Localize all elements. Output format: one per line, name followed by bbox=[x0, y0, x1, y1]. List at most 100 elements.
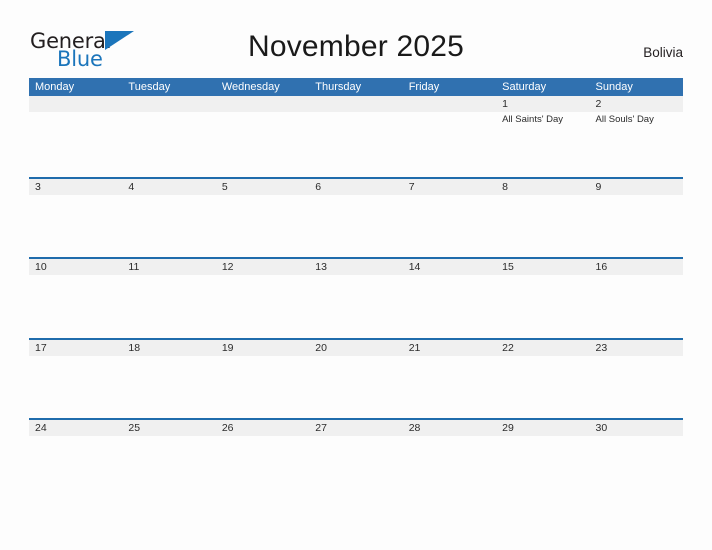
day-cell[interactable]: 27 bbox=[309, 420, 402, 436]
day-event-cell[interactable] bbox=[403, 275, 496, 337]
day-number: 30 bbox=[595, 422, 608, 434]
day-cell[interactable]: 17 bbox=[29, 340, 122, 356]
day-event-cell[interactable] bbox=[309, 356, 402, 418]
day-number: 16 bbox=[595, 261, 608, 273]
day-number: 14 bbox=[408, 261, 421, 273]
day-event-cell[interactable]: All Saints' Day bbox=[496, 112, 589, 174]
day-event-cell[interactable] bbox=[590, 195, 683, 257]
day-cell[interactable]: 16 bbox=[590, 259, 683, 275]
day-event-cell[interactable] bbox=[496, 195, 589, 257]
day-event-cell[interactable] bbox=[29, 112, 122, 174]
week-date-band: 10 11 12 13 14 15 16 bbox=[29, 257, 683, 275]
day-cell[interactable]: 22 bbox=[496, 340, 589, 356]
day-number: 6 bbox=[315, 180, 322, 193]
day-event-cell[interactable] bbox=[403, 436, 496, 498]
day-event-cell[interactable] bbox=[122, 356, 215, 418]
day-cell[interactable]: 28 bbox=[403, 420, 496, 436]
day-cell[interactable]: 25 bbox=[122, 420, 215, 436]
day-cell[interactable] bbox=[29, 96, 122, 112]
day-number: 19 bbox=[221, 341, 234, 354]
day-event-cell[interactable] bbox=[29, 275, 122, 337]
day-number: 4 bbox=[128, 180, 135, 193]
day-event-cell[interactable] bbox=[216, 356, 309, 418]
day-cell[interactable]: 19 bbox=[216, 340, 309, 356]
day-cell[interactable]: 23 bbox=[590, 340, 683, 356]
day-number: 3 bbox=[35, 180, 41, 193]
day-event-cell[interactable] bbox=[590, 275, 683, 337]
day-cell[interactable] bbox=[216, 96, 309, 112]
day-cell[interactable]: 2 bbox=[590, 96, 683, 112]
week-row: 1 2 All Saints' Day All Souls' Day bbox=[29, 96, 683, 177]
day-number: 28 bbox=[408, 422, 421, 434]
day-event-cell[interactable] bbox=[216, 112, 309, 174]
calendar-grid: Monday Tuesday Wednesday Thursday Friday… bbox=[29, 78, 683, 499]
day-event-cell[interactable] bbox=[309, 195, 402, 257]
day-event-cell[interactable] bbox=[496, 275, 589, 337]
day-cell[interactable]: 8 bbox=[496, 179, 589, 195]
day-cell[interactable]: 9 bbox=[590, 179, 683, 195]
day-event-cell[interactable] bbox=[216, 275, 309, 337]
day-event-cell[interactable] bbox=[29, 436, 122, 498]
day-event-cell[interactable] bbox=[403, 112, 496, 174]
day-cell[interactable]: 14 bbox=[403, 259, 496, 275]
day-cell[interactable]: 21 bbox=[403, 340, 496, 356]
day-event-cell[interactable] bbox=[309, 275, 402, 337]
day-event-cell[interactable] bbox=[216, 436, 309, 498]
day-number: 10 bbox=[35, 261, 47, 273]
day-cell[interactable]: 3 bbox=[29, 179, 122, 195]
day-number: 7 bbox=[408, 180, 415, 193]
day-event-cell[interactable] bbox=[122, 275, 215, 337]
day-cell[interactable]: 11 bbox=[122, 259, 215, 275]
day-cell[interactable] bbox=[403, 96, 496, 112]
day-number: 23 bbox=[595, 341, 608, 354]
week-date-band: 3 4 5 6 7 8 9 bbox=[29, 176, 683, 195]
day-event-cell[interactable] bbox=[496, 356, 589, 418]
day-number: 8 bbox=[502, 180, 508, 193]
day-number: 13 bbox=[315, 261, 327, 273]
day-cell[interactable]: 15 bbox=[496, 259, 589, 275]
weekday-header-sunday: Sunday bbox=[595, 81, 633, 93]
day-event-cell[interactable]: All Souls' Day bbox=[590, 112, 683, 174]
day-cell[interactable]: 1 bbox=[496, 96, 589, 112]
day-number: 9 bbox=[595, 180, 602, 193]
day-event-cell[interactable] bbox=[122, 436, 215, 498]
day-cell[interactable]: 20 bbox=[309, 340, 402, 356]
day-cell[interactable]: 4 bbox=[122, 179, 215, 195]
day-cell[interactable]: 13 bbox=[309, 259, 402, 275]
day-number: 20 bbox=[315, 341, 327, 354]
day-number: 1 bbox=[502, 98, 508, 110]
day-event-cell[interactable] bbox=[122, 112, 215, 174]
day-cell[interactable]: 30 bbox=[590, 420, 683, 436]
day-cell[interactable]: 10 bbox=[29, 259, 122, 275]
day-event-cell[interactable] bbox=[216, 195, 309, 257]
day-event-cell[interactable] bbox=[29, 356, 122, 418]
weekday-header-tuesday: Tuesday bbox=[128, 81, 171, 93]
day-event-cell[interactable] bbox=[29, 195, 122, 257]
day-event-cell[interactable] bbox=[403, 195, 496, 257]
day-event-cell[interactable] bbox=[309, 436, 402, 498]
day-cell[interactable]: 24 bbox=[29, 420, 122, 436]
day-cell[interactable] bbox=[122, 96, 215, 112]
week-date-band: 1 2 bbox=[29, 96, 683, 112]
day-number: 22 bbox=[502, 341, 514, 354]
day-cell[interactable]: 12 bbox=[216, 259, 309, 275]
day-event-cell[interactable] bbox=[590, 356, 683, 418]
day-number: 29 bbox=[502, 422, 514, 434]
week-event-area bbox=[29, 275, 683, 337]
country-label: Bolivia bbox=[643, 45, 683, 60]
day-cell[interactable] bbox=[309, 96, 402, 112]
day-number: 5 bbox=[221, 180, 228, 193]
day-cell[interactable]: 26 bbox=[216, 420, 309, 436]
day-event-cell[interactable] bbox=[309, 112, 402, 174]
day-event-cell[interactable] bbox=[122, 195, 215, 257]
day-event-cell[interactable] bbox=[590, 436, 683, 498]
day-number: 11 bbox=[128, 261, 140, 273]
day-cell[interactable]: 6 bbox=[309, 179, 402, 195]
weekday-header-wednesday: Wednesday bbox=[221, 81, 280, 93]
day-event-cell[interactable] bbox=[403, 356, 496, 418]
day-cell[interactable]: 5 bbox=[216, 179, 309, 195]
day-event-cell[interactable] bbox=[496, 436, 589, 498]
day-cell[interactable]: 7 bbox=[403, 179, 496, 195]
day-cell[interactable]: 29 bbox=[496, 420, 589, 436]
day-cell[interactable]: 18 bbox=[122, 340, 215, 356]
